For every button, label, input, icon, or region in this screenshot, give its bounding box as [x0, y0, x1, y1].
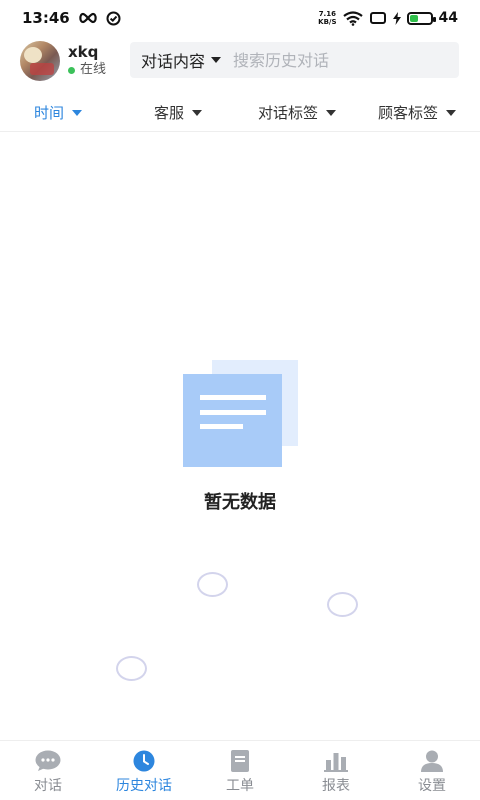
ticket-icon	[227, 750, 253, 772]
nav-item-ticket[interactable]: 工单	[192, 741, 288, 800]
document-line	[200, 410, 266, 415]
header: xkq 在线 对话内容	[0, 38, 480, 84]
user-block[interactable]: xkq 在线	[68, 43, 106, 79]
battery-level: 44	[438, 10, 458, 26]
avatar[interactable]	[20, 41, 60, 81]
empty-state-text: 暂无数据	[204, 492, 276, 513]
screen-rotate-icon	[369, 12, 386, 24]
nav-item-settings[interactable]: 设置	[384, 741, 480, 800]
filter-customer-tag[interactable]: 顾客标签	[378, 102, 457, 123]
nav-item-report[interactable]: 报表	[288, 741, 384, 800]
infinity-icon	[79, 12, 97, 24]
chevron-down-icon	[326, 109, 337, 116]
filter-agent-label: 客服	[154, 104, 185, 122]
user-name: xkq	[68, 43, 99, 61]
nav-item-chat[interactable]: 对话	[0, 741, 96, 800]
decorative-bubble	[327, 592, 358, 617]
chevron-down-icon	[192, 109, 203, 116]
status-bar: 13:46 7.16 KB/S 44	[0, 0, 480, 36]
filter-time-label: 时间	[34, 104, 65, 122]
search-type-dropdown[interactable]: 对话内容	[141, 48, 222, 72]
wifi-icon	[342, 10, 363, 26]
nav-label-chat: 对话	[34, 778, 62, 794]
filter-conversation-tag[interactable]: 对话标签	[258, 102, 337, 123]
online-status-dot	[68, 66, 75, 74]
chevron-down-icon	[211, 57, 222, 63]
decorative-bubble	[116, 656, 147, 681]
clock-icon	[131, 750, 157, 772]
filter-conversation-tag-label: 对话标签	[258, 104, 319, 122]
bar-chart-icon	[323, 750, 349, 772]
battery-fill	[409, 14, 419, 22]
status-time: 13:46	[22, 9, 70, 27]
filter-agent[interactable]: 客服	[154, 102, 203, 123]
search-type-label: 对话内容	[141, 52, 206, 71]
nav-label-ticket: 工单	[226, 778, 254, 794]
user-status[interactable]: 在线	[68, 61, 106, 79]
nav-label-report: 报表	[322, 778, 350, 794]
net-speed-unit: KB/S	[318, 18, 337, 26]
net-speed: 7.16 KB/S	[318, 10, 336, 26]
filter-bar: 时间 客服 对话标签 顾客标签	[0, 92, 480, 132]
filter-time[interactable]: 时间	[34, 102, 83, 123]
nav-label-settings: 设置	[418, 778, 446, 794]
filter-customer-tag-label: 顾客标签	[378, 104, 439, 122]
user-status-label: 在线	[80, 62, 107, 77]
check-circle-icon	[106, 11, 121, 25]
charging-bolt-icon	[392, 11, 401, 25]
status-left: 13:46	[22, 9, 121, 27]
document-line	[200, 424, 243, 429]
chevron-down-icon	[72, 109, 83, 116]
document-line	[200, 395, 266, 400]
chat-bubble-icon	[35, 750, 61, 772]
nav-item-history[interactable]: 历史对话	[96, 741, 192, 800]
bottom-nav: 对话 历史对话 工单 报表 设置	[0, 740, 480, 800]
battery-icon	[406, 11, 436, 25]
status-right: 7.16 KB/S 44	[318, 10, 458, 26]
chevron-down-icon	[446, 109, 457, 116]
net-speed-value: 7.16	[318, 10, 336, 18]
empty-document-illustration	[183, 360, 299, 468]
person-icon	[419, 750, 445, 772]
search-box: 对话内容	[130, 42, 459, 78]
search-input[interactable]	[233, 50, 434, 70]
document-front-sheet	[183, 374, 282, 467]
decorative-bubble	[197, 572, 228, 597]
nav-label-history: 历史对话	[116, 778, 172, 794]
